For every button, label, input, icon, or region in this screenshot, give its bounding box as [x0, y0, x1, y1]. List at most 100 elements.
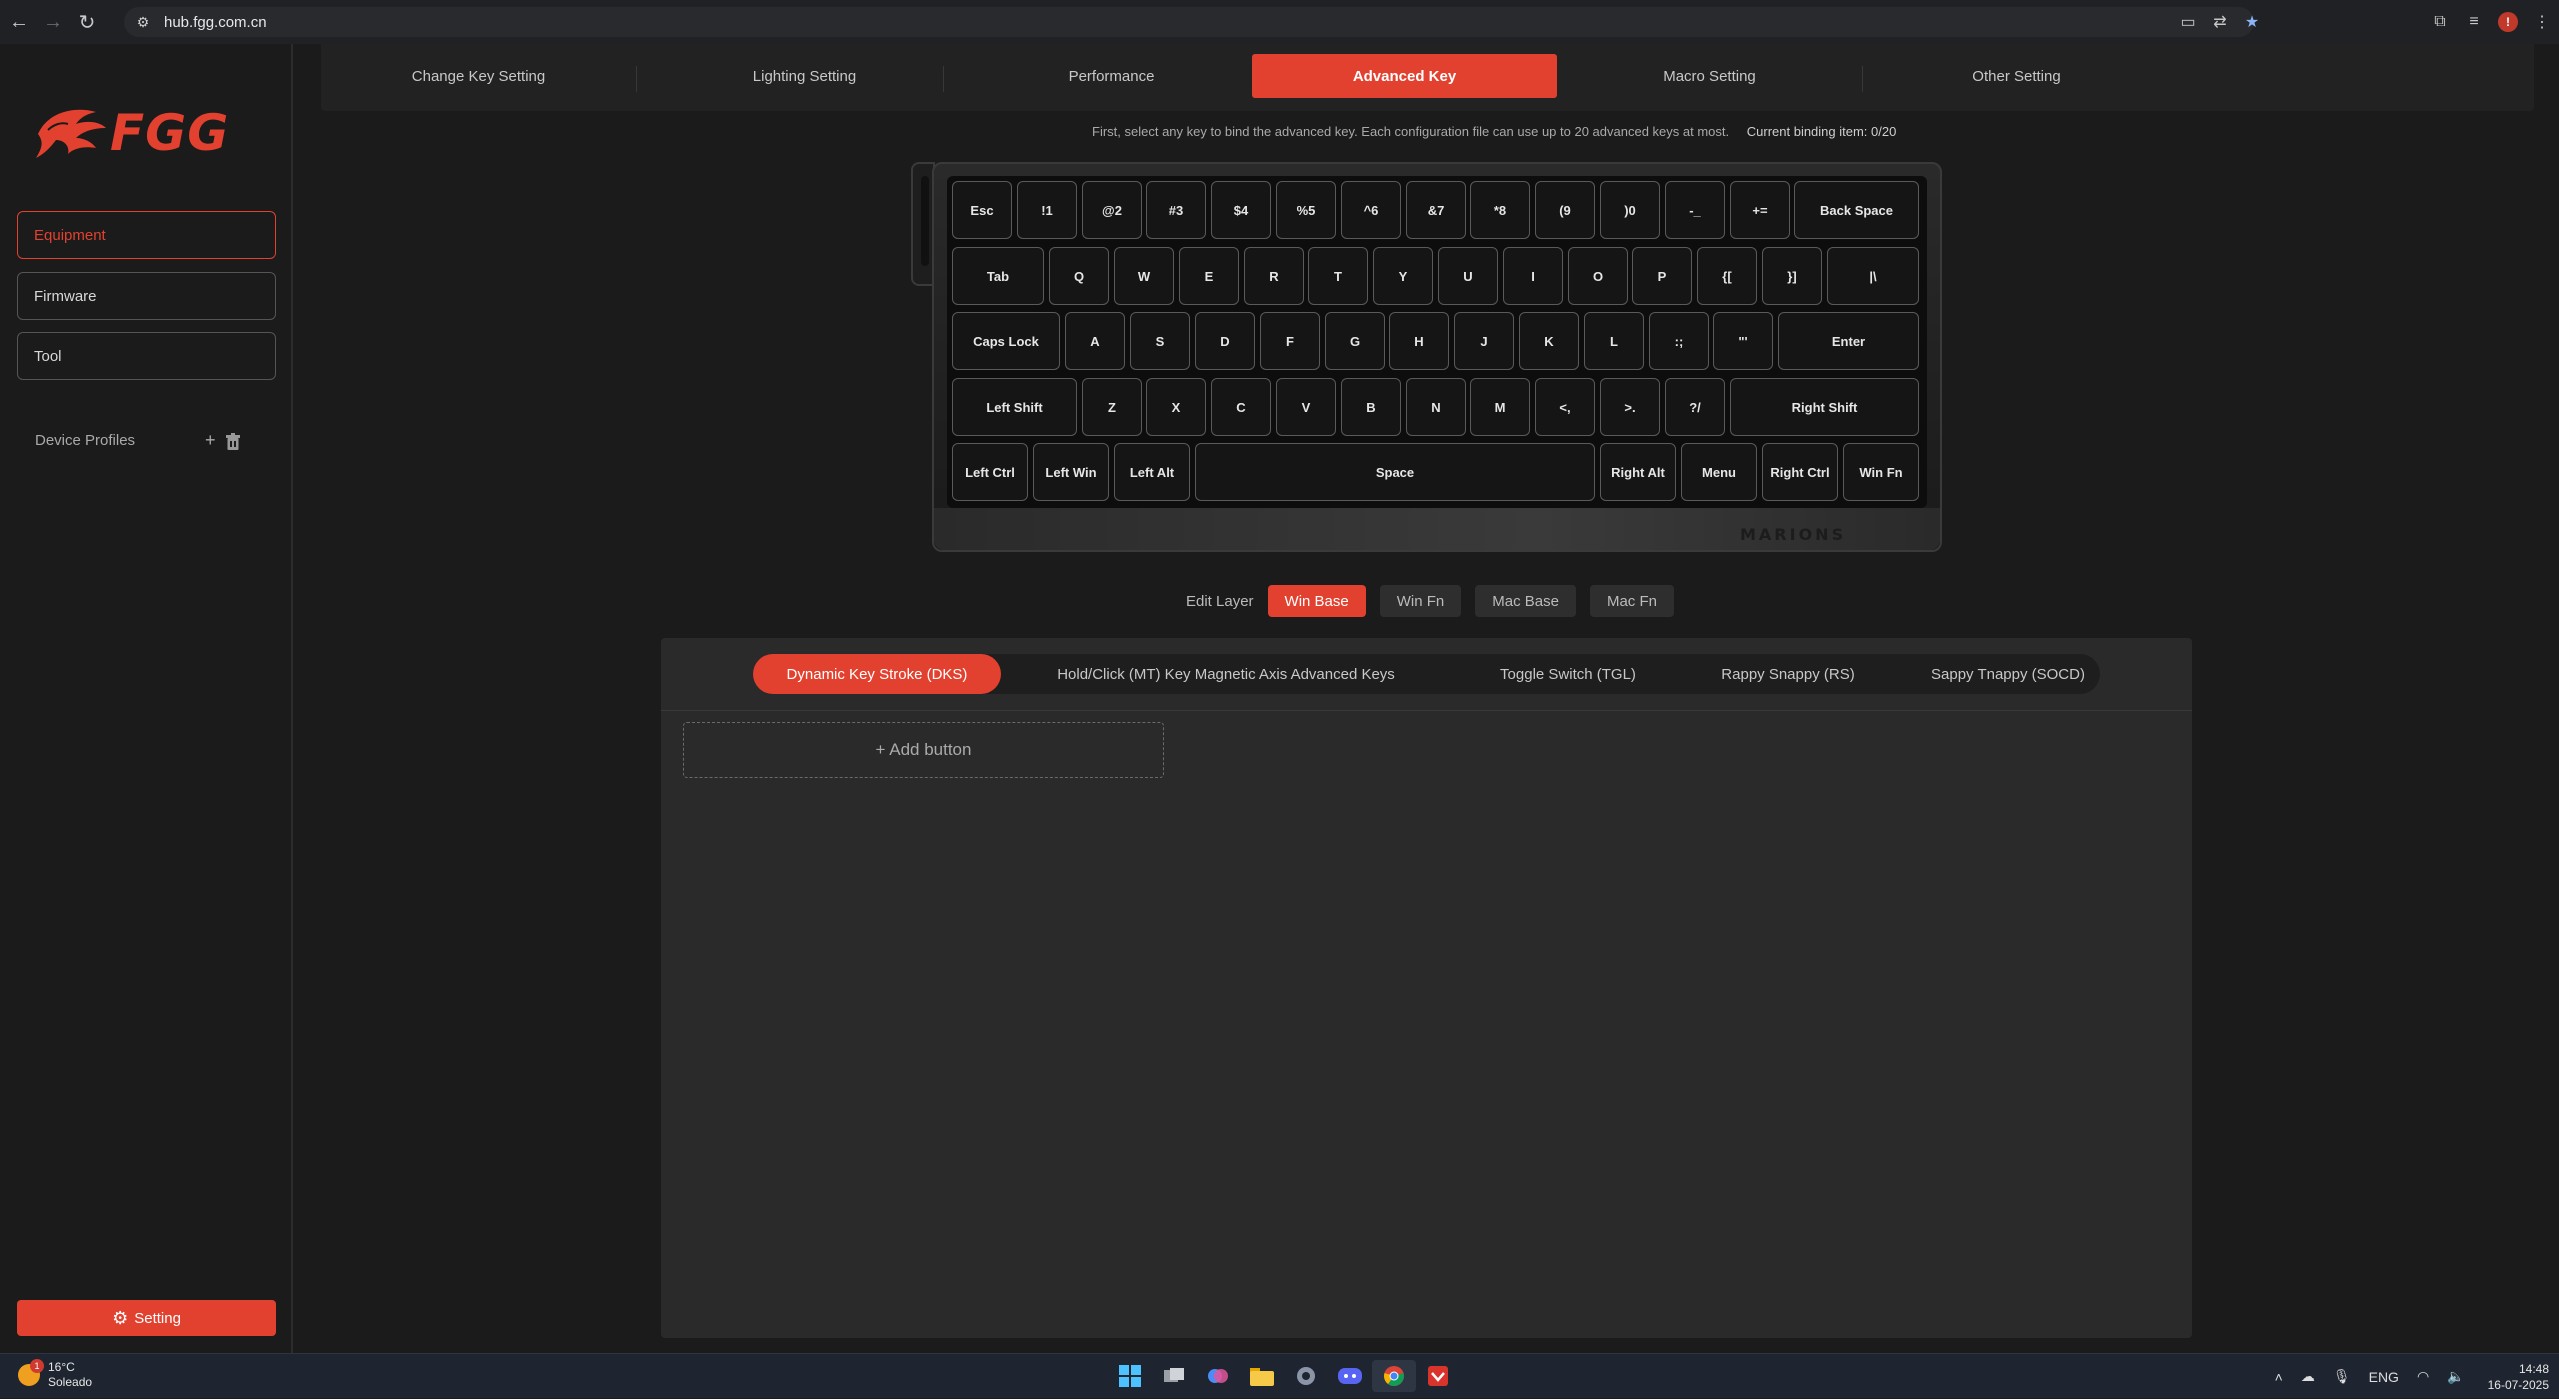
- key-4-7[interactable]: Win Fn: [1843, 443, 1919, 501]
- volume-icon[interactable]: 🔈: [2447, 1368, 2464, 1385]
- key-1-10[interactable]: P: [1632, 247, 1692, 305]
- key-3-3[interactable]: C: [1211, 378, 1271, 436]
- profile-avatar[interactable]: !: [2491, 7, 2525, 37]
- key-1-5[interactable]: T: [1308, 247, 1368, 305]
- app-red-icon[interactable]: [1416, 1360, 1460, 1392]
- forward-icon[interactable]: →: [38, 7, 68, 37]
- key-0-0[interactable]: Esc: [952, 181, 1012, 239]
- key-3-9[interactable]: >.: [1600, 378, 1660, 436]
- tab-lighting-setting[interactable]: Lighting Setting: [652, 54, 957, 98]
- key-2-5[interactable]: G: [1325, 312, 1385, 370]
- microphone-icon[interactable]: 🎙: [2333, 1368, 2351, 1385]
- menu-kebab-icon[interactable]: ⋮: [2525, 7, 2559, 37]
- tab-socd[interactable]: Sappy Tnappy (SOCD): [1893, 654, 2123, 694]
- key-1-3[interactable]: E: [1179, 247, 1239, 305]
- key-2-4[interactable]: F: [1260, 312, 1320, 370]
- key-4-6[interactable]: Right Ctrl: [1762, 443, 1838, 501]
- key-0-8[interactable]: *8: [1470, 181, 1530, 239]
- back-icon[interactable]: ←: [4, 7, 34, 37]
- install-app-icon[interactable]: ▭: [2174, 7, 2202, 37]
- key-3-5[interactable]: B: [1341, 378, 1401, 436]
- key-2-9[interactable]: L: [1584, 312, 1644, 370]
- key-4-2[interactable]: Left Alt: [1114, 443, 1190, 501]
- site-info-icon[interactable]: ⚙: [132, 11, 154, 33]
- key-0-11[interactable]: -_: [1665, 181, 1725, 239]
- key-2-7[interactable]: J: [1454, 312, 1514, 370]
- bookmark-star-icon[interactable]: ★: [2238, 7, 2266, 37]
- key-0-2[interactable]: @2: [1082, 181, 1142, 239]
- key-4-1[interactable]: Left Win: [1033, 443, 1109, 501]
- key-3-4[interactable]: V: [1276, 378, 1336, 436]
- chrome-icon[interactable]: [1372, 1360, 1416, 1392]
- key-4-0[interactable]: Left Ctrl: [952, 443, 1028, 501]
- key-3-2[interactable]: X: [1146, 378, 1206, 436]
- key-1-2[interactable]: W: [1114, 247, 1174, 305]
- key-2-1[interactable]: A: [1065, 312, 1125, 370]
- reload-icon[interactable]: ↻: [72, 7, 102, 37]
- key-2-8[interactable]: K: [1519, 312, 1579, 370]
- key-0-5[interactable]: %5: [1276, 181, 1336, 239]
- key-2-3[interactable]: D: [1195, 312, 1255, 370]
- key-3-6[interactable]: N: [1406, 378, 1466, 436]
- tab-hold-click-mt[interactable]: Hold/Click (MT) Key Magnetic Axis Advanc…: [1021, 654, 1431, 694]
- weather-widget[interactable]: 1 16°C Soleado: [18, 1359, 92, 1390]
- key-2-10[interactable]: :;: [1649, 312, 1709, 370]
- language-indicator[interactable]: ENG: [2369, 1369, 2399, 1385]
- key-0-3[interactable]: #3: [1146, 181, 1206, 239]
- key-3-11[interactable]: Right Shift: [1730, 378, 1919, 436]
- discord-icon[interactable]: [1328, 1360, 1372, 1392]
- layer-win-base[interactable]: Win Base: [1267, 585, 1366, 617]
- sidebar-item-tool[interactable]: Tool: [17, 332, 276, 380]
- trash-icon[interactable]: [225, 433, 241, 451]
- tab-dks[interactable]: Dynamic Key Stroke (DKS): [753, 654, 1001, 694]
- key-1-8[interactable]: I: [1503, 247, 1563, 305]
- key-1-4[interactable]: R: [1244, 247, 1304, 305]
- add-button[interactable]: + Add button: [683, 722, 1164, 778]
- key-1-1[interactable]: Q: [1049, 247, 1109, 305]
- key-0-4[interactable]: $4: [1211, 181, 1271, 239]
- key-0-7[interactable]: &7: [1406, 181, 1466, 239]
- tab-change-key-setting[interactable]: Change Key Setting: [326, 54, 631, 98]
- key-3-8[interactable]: <,: [1535, 378, 1595, 436]
- sidebar-item-firmware[interactable]: Firmware: [17, 272, 276, 320]
- setting-button[interactable]: ⚙ Setting: [17, 1300, 276, 1336]
- url-text[interactable]: hub.fgg.com.cn: [164, 14, 267, 31]
- layer-win-fn[interactable]: Win Fn: [1379, 585, 1462, 617]
- settings-app-icon[interactable]: [1284, 1360, 1328, 1392]
- key-3-0[interactable]: Left Shift: [952, 378, 1077, 436]
- copilot-icon[interactable]: [1196, 1360, 1240, 1392]
- key-0-10[interactable]: )0: [1600, 181, 1660, 239]
- windows-start-icon[interactable]: [1108, 1360, 1152, 1392]
- key-2-11[interactable]: "': [1713, 312, 1773, 370]
- address-bar[interactable]: ⚙ hub.fgg.com.cn ▭ ⇄ ★: [124, 7, 2259, 37]
- key-1-0[interactable]: Tab: [952, 247, 1044, 305]
- file-explorer-icon[interactable]: [1240, 1360, 1284, 1392]
- key-1-11[interactable]: {[: [1697, 247, 1757, 305]
- key-3-7[interactable]: M: [1470, 378, 1530, 436]
- tab-advanced-key[interactable]: Advanced Key: [1252, 54, 1557, 98]
- key-0-9[interactable]: (9: [1535, 181, 1595, 239]
- key-4-5[interactable]: Menu: [1681, 443, 1757, 501]
- key-2-2[interactable]: S: [1130, 312, 1190, 370]
- key-2-0[interactable]: Caps Lock: [952, 312, 1060, 370]
- key-1-6[interactable]: Y: [1373, 247, 1433, 305]
- layer-mac-fn[interactable]: Mac Fn: [1589, 585, 1674, 617]
- key-0-12[interactable]: +=: [1730, 181, 1790, 239]
- cloud-offline-icon[interactable]: ☁: [2301, 1368, 2315, 1385]
- key-1-12[interactable]: }]: [1762, 247, 1822, 305]
- clock[interactable]: 14:48 16-07-2025: [2488, 1361, 2549, 1393]
- sidebar-item-equipment[interactable]: Equipment: [17, 211, 276, 259]
- key-3-1[interactable]: Z: [1082, 378, 1142, 436]
- key-1-13[interactable]: |\: [1827, 247, 1919, 305]
- translate-icon[interactable]: ⇄: [2206, 7, 2234, 37]
- extensions-icon[interactable]: ⧉: [2423, 7, 2457, 37]
- key-2-12[interactable]: Enter: [1778, 312, 1919, 370]
- key-2-6[interactable]: H: [1389, 312, 1449, 370]
- tab-rappy-snappy[interactable]: Rappy Snappy (RS): [1673, 654, 1903, 694]
- key-3-10[interactable]: ?/: [1665, 378, 1725, 436]
- wifi-icon[interactable]: ◠: [2417, 1368, 2429, 1385]
- chevron-up-icon[interactable]: ˄: [2275, 1369, 2283, 1385]
- key-0-1[interactable]: !1: [1017, 181, 1077, 239]
- tab-macro-setting[interactable]: Macro Setting: [1557, 54, 1862, 98]
- tab-performance[interactable]: Performance: [959, 54, 1264, 98]
